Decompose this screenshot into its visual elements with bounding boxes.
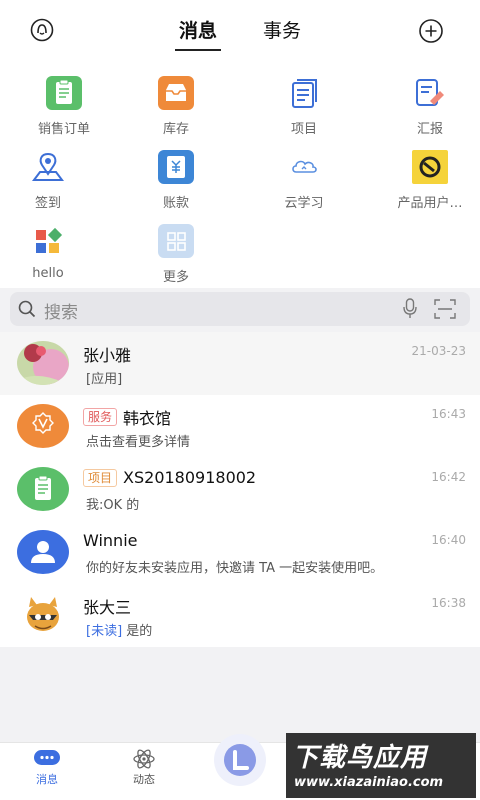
message-preview: 我:OK 的 bbox=[86, 498, 140, 513]
list-item[interactable]: 服务 韩衣馆 点击查看更多详情 16:43 bbox=[0, 395, 480, 458]
search-placeholder: 搜索 bbox=[44, 303, 78, 323]
avatar bbox=[17, 341, 69, 385]
scan-icon[interactable] bbox=[434, 299, 456, 323]
message-time: 16:43 bbox=[431, 407, 466, 421]
nav-label: 消息 bbox=[36, 773, 58, 786]
tab-messages[interactable]: 消息 bbox=[174, 14, 221, 51]
watermark: 下载鸟应用 www.xiazainiao.com bbox=[286, 733, 476, 798]
center-action-button[interactable] bbox=[214, 734, 266, 786]
message-time: 16:40 bbox=[431, 533, 466, 547]
message-time: 16:38 bbox=[431, 596, 466, 610]
plus-circle-icon[interactable] bbox=[418, 18, 444, 44]
hello-icon bbox=[30, 224, 66, 258]
avatar bbox=[17, 593, 69, 637]
report-icon bbox=[412, 76, 448, 110]
message-preview: [应用] bbox=[86, 372, 123, 387]
cloud-learn-icon bbox=[286, 150, 322, 184]
contact-name: 张小雅 bbox=[83, 346, 132, 365]
logo-l-icon bbox=[223, 743, 257, 781]
checkin-icon bbox=[30, 150, 66, 184]
app-label: hello bbox=[32, 266, 64, 281]
unread-marker: [未读] bbox=[86, 624, 123, 639]
header-tabs: 消息 事务 bbox=[0, 14, 480, 51]
watermark-title: 下载鸟应用 bbox=[292, 743, 428, 773]
message-preview: 你的好友未安装应用，快邀请 TA 一起安装使用吧。 bbox=[86, 561, 384, 576]
app-label: 销售订单 bbox=[37, 122, 90, 137]
avatar bbox=[17, 530, 69, 574]
atom-icon bbox=[132, 749, 156, 769]
app-more[interactable]: 更多 bbox=[116, 224, 236, 285]
nav-item-activity[interactable]: 动态 bbox=[114, 749, 174, 787]
app-label: 库存 bbox=[162, 122, 189, 137]
app-sales-order[interactable]: 销售订单 bbox=[4, 76, 124, 137]
chat-bubble-icon bbox=[33, 749, 61, 769]
nav-item-messages[interactable]: 消息 bbox=[17, 749, 77, 787]
list-item[interactable]: 张大三 [未读] 是的 16:38 bbox=[0, 584, 480, 647]
search-bar[interactable]: 搜索 bbox=[10, 292, 470, 326]
app-label: 项目 bbox=[290, 122, 317, 137]
contact-name-row: 服务 韩衣馆 bbox=[83, 405, 171, 429]
contact-name: Winnie bbox=[83, 531, 138, 550]
nav-label: 动态 bbox=[133, 773, 155, 786]
message-preview: 点击查看更多详情 bbox=[86, 435, 191, 450]
message-time: 16:42 bbox=[431, 470, 466, 484]
watermark-url: www.xiazainiao.com bbox=[294, 775, 444, 790]
app-grid: 销售订单 库存 项目 汇报 签到 账款 云学习 产品用户… hello 更多 bbox=[0, 60, 480, 288]
list-item[interactable]: 张小雅 [应用] 21-03-23 bbox=[0, 332, 480, 395]
app-report[interactable]: 汇报 bbox=[370, 76, 480, 137]
contact-name: XS20180918002 bbox=[123, 468, 257, 487]
app-product-user[interactable]: 产品用户… bbox=[370, 150, 480, 211]
tab-affairs[interactable]: 事务 bbox=[259, 14, 305, 49]
list-item[interactable]: Winnie 你的好友未安装应用，快邀请 TA 一起安装使用吧。 16:40 bbox=[0, 521, 480, 584]
app-label: 产品用户… bbox=[397, 196, 463, 211]
list-item[interactable]: 项目 XS20180918002 我:OK 的 16:42 bbox=[0, 458, 480, 521]
app-accounts[interactable]: 账款 bbox=[116, 150, 236, 211]
more-grid-icon bbox=[158, 224, 194, 258]
app-project[interactable]: 项目 bbox=[244, 76, 364, 137]
contact-name: 韩衣馆 bbox=[123, 409, 172, 428]
app-hello[interactable]: hello bbox=[0, 224, 108, 281]
project-icon bbox=[286, 76, 322, 110]
app-label: 汇报 bbox=[416, 122, 443, 137]
product-user-icon bbox=[412, 150, 448, 184]
app-checkin[interactable]: 签到 bbox=[0, 150, 108, 211]
inventory-icon bbox=[158, 76, 194, 110]
message-preview: 是的 bbox=[126, 624, 153, 639]
app-cloud-learn[interactable]: 云学习 bbox=[244, 150, 364, 211]
avatar bbox=[17, 467, 69, 511]
contact-name-row: 项目 XS20180918002 bbox=[83, 468, 256, 487]
avatar bbox=[17, 404, 69, 448]
sales-order-icon bbox=[46, 76, 82, 110]
accounts-icon bbox=[158, 150, 194, 184]
search-icon bbox=[18, 300, 36, 322]
app-label: 云学习 bbox=[284, 196, 324, 211]
project-tag: 项目 bbox=[83, 468, 118, 487]
message-list: 张小雅 [应用] 21-03-23 服务 韩衣馆 点击查看更多详情 16:43 … bbox=[0, 332, 480, 647]
app-inventory[interactable]: 库存 bbox=[116, 76, 236, 137]
service-tag: 服务 bbox=[83, 408, 118, 426]
app-label: 账款 bbox=[162, 196, 189, 211]
top-bar: 消息 事务 bbox=[0, 0, 480, 60]
message-preview-row: [未读] 是的 bbox=[86, 620, 152, 639]
app-label: 更多 bbox=[162, 270, 189, 285]
message-time: 21-03-23 bbox=[411, 344, 466, 358]
contact-name: 张大三 bbox=[83, 598, 132, 617]
microphone-icon[interactable] bbox=[402, 298, 418, 324]
app-label: 签到 bbox=[34, 196, 61, 211]
